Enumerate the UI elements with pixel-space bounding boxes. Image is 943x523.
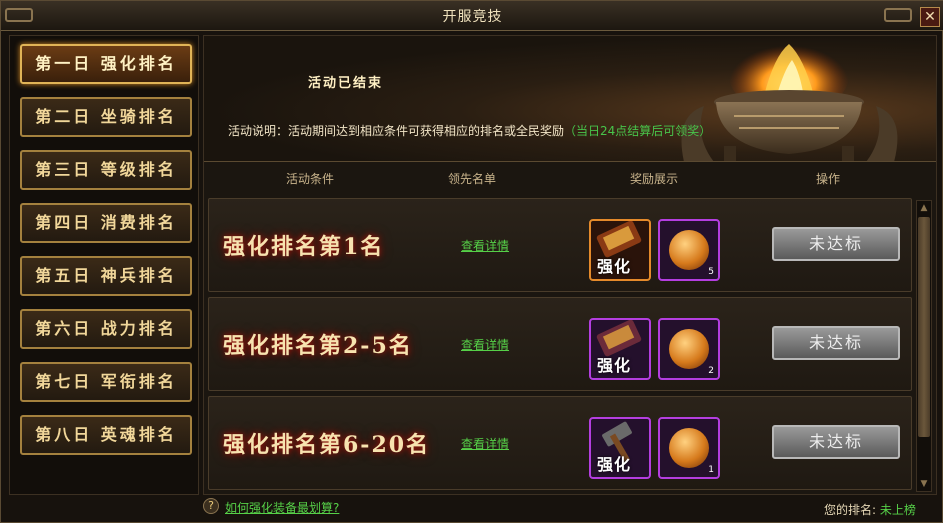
claim-button[interactable]: 未达标 [772, 227, 900, 261]
title-ornament-right [884, 8, 912, 22]
sidebar-item-day2[interactable]: 第二日 坐骑排名 [20, 97, 192, 137]
scroll-down-icon[interactable]: ▼ [918, 478, 930, 490]
enhance-guide-link[interactable]: 如何强化装备最划算? [225, 499, 339, 516]
claim-button[interactable]: 未达标 [772, 326, 900, 360]
activity-banner: 活动已结束 活动说明：活动期间达到相应条件可获得相应的排名或全民奖励（当日24点… [204, 36, 936, 162]
my-rank-value: 未上榜 [879, 503, 916, 517]
item-label: 强化 [597, 455, 632, 474]
cauldron-illustration [681, 38, 898, 161]
main-panel: 活动已结束 活动说明：活动期间达到相应条件可获得相应的排名或全民奖励（当日24点… [203, 35, 937, 495]
sidebar-item-day6[interactable]: 第六日 战力排名 [20, 309, 192, 349]
reward-row: 强化排名第2-5名 查看详情 强化 2 未达标 [208, 297, 912, 391]
close-button[interactable]: ✕ [920, 7, 940, 27]
close-icon: ✕ [924, 9, 936, 25]
reward-row: 强化排名第1名 查看详情 强化 5 未达标 [208, 198, 912, 292]
day-sidebar: 第一日 强化排名 第二日 坐骑排名 第三日 等级排名 第四日 消费排名 第五日 … [9, 35, 199, 495]
reward-item-scroll[interactable]: 强化 [589, 219, 651, 281]
sidebar-item-day8[interactable]: 第八日 英魂排名 [20, 415, 192, 455]
rank-condition: 强化排名第6-20名 [223, 432, 431, 458]
orb-icon [669, 230, 709, 270]
header-rewards: 奖励展示 [630, 172, 679, 186]
claim-button[interactable]: 未达标 [772, 425, 900, 459]
sidebar-item-day7[interactable]: 第七日 军衔排名 [20, 362, 192, 402]
reward-item-scroll[interactable]: 强化 [589, 318, 651, 380]
reward-item-orb[interactable]: 2 [658, 318, 720, 380]
orb-icon [669, 329, 709, 369]
reward-item-hammer[interactable]: 强化 [589, 417, 651, 479]
competition-window: 开服竞技 ✕ 第一日 强化排名 第二日 坐骑排名 第三日 等级排名 第四日 消费… [0, 0, 943, 523]
scroll-thumb[interactable] [918, 217, 930, 437]
my-rank: 您的排名: 未上榜 [824, 501, 916, 518]
sidebar-item-day1[interactable]: 第一日 强化排名 [20, 44, 192, 84]
item-count: 1 [708, 465, 714, 475]
activity-status: 活动已结束 [308, 76, 384, 91]
reward-row: 强化排名第6-20名 查看详情 强化 1 未达标 [208, 396, 912, 490]
scroll-up-icon[interactable]: ▲ [918, 202, 930, 214]
header-condition: 活动条件 [286, 172, 335, 186]
item-count: 5 [708, 267, 714, 277]
reward-item-orb[interactable]: 1 [658, 417, 720, 479]
rank-condition: 强化排名第1名 [223, 234, 385, 260]
reward-item-orb[interactable]: 5 [658, 219, 720, 281]
rank-condition: 强化排名第2-5名 [223, 333, 413, 359]
view-details-link[interactable]: 查看详情 [461, 237, 509, 254]
rewards-scrollbar[interactable]: ▲ ▼ [916, 200, 932, 492]
sidebar-item-day3[interactable]: 第三日 等级排名 [20, 150, 192, 190]
item-count: 2 [708, 366, 714, 376]
view-details-link[interactable]: 查看详情 [461, 435, 509, 452]
orb-icon [669, 428, 709, 468]
help-icon[interactable]: ? [203, 498, 219, 514]
claim-note: （当日24点结算后可领奖） [564, 124, 712, 138]
sidebar-item-day4[interactable]: 第四日 消费排名 [20, 203, 192, 243]
view-details-link[interactable]: 查看详情 [461, 336, 509, 353]
title-bar: 开服竞技 ✕ [1, 1, 943, 31]
activity-description: 活动说明：活动期间达到相应条件可获得相应的排名或全民奖励（当日24点结算后可领奖… [228, 122, 711, 139]
header-action: 操作 [816, 172, 841, 186]
description-text: 活动说明：活动期间达到相应条件可获得相应的排名或全民奖励 [228, 124, 565, 138]
sidebar-item-day5[interactable]: 第五日 神兵排名 [20, 256, 192, 296]
window-title: 开服竞技 [442, 9, 503, 25]
my-rank-label: 您的排名: [824, 503, 877, 517]
header-leaderboard: 领先名单 [448, 172, 497, 186]
item-label: 强化 [597, 257, 632, 276]
item-label: 强化 [597, 356, 632, 375]
